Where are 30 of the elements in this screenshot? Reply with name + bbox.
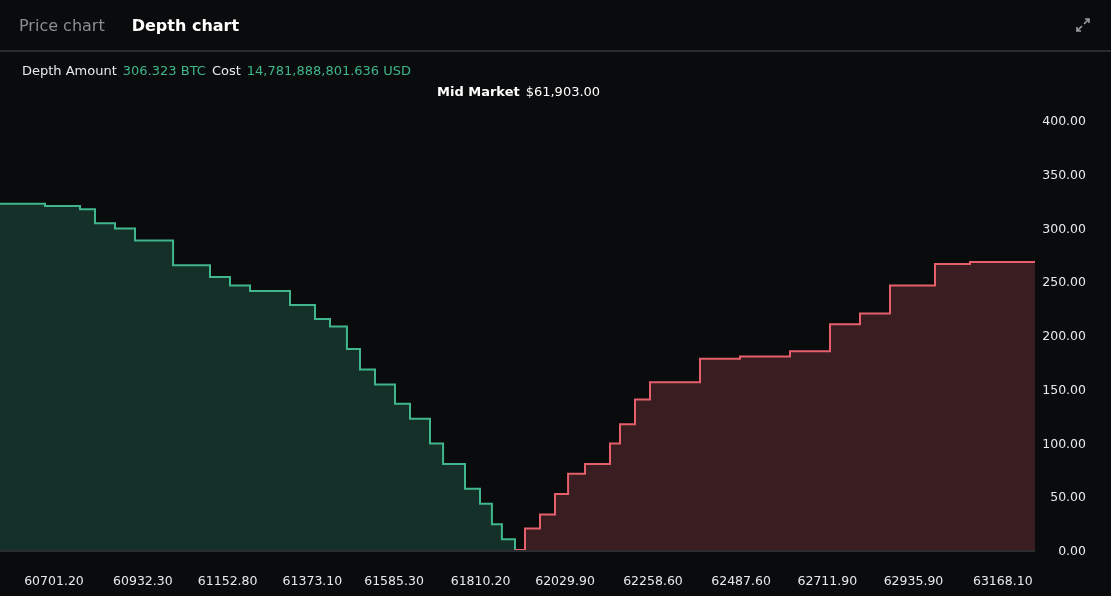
axis-tick-label: 61810.20 — [450, 573, 511, 588]
axis-tick-label: 0.00 — [1058, 543, 1086, 558]
axis-tick-label: 200.00 — [1042, 328, 1086, 343]
axis-tick-label: 300.00 — [1042, 220, 1086, 236]
axis-tick-label: 62935.90 — [883, 573, 944, 588]
axis-tick-label: 61373.10 — [282, 573, 343, 588]
axis-tick-label: 62711.90 — [797, 573, 858, 588]
axis-tick-label: 60701.20 — [24, 573, 84, 588]
depth-value: 306.323 BTC — [122, 63, 206, 80]
axis-tick-label: 400.00 — [1042, 113, 1086, 128]
axis-tick-label: 62258.60 — [623, 573, 683, 588]
axis-tick-label: 60932.30 — [113, 573, 173, 588]
mid-market-label: Mid Market — [437, 84, 520, 99]
depth-label: Depth Amount — [22, 63, 117, 80]
tab[interactable]: Price chart — [19, 15, 105, 35]
expand-icon[interactable] — [1074, 16, 1092, 34]
axis-tick-label: 62487.60 — [711, 573, 771, 588]
cost-label: Cost — [211, 63, 241, 80]
tab[interactable]: Depth chart — [131, 15, 240, 35]
axis-tick-label: 61585.30 — [364, 573, 424, 588]
axis-tick-label: 63168.10 — [973, 573, 1033, 588]
axis-tick-label: 350.00 — [1042, 166, 1086, 182]
axis-tick-label: 50.00 — [1050, 489, 1086, 505]
cost-value: 14,781,888,801.636 USD — [246, 63, 412, 80]
mid-market-price: $61,903.00 — [525, 84, 601, 99]
axis-tick-label: 62029.90 — [535, 573, 595, 588]
axis-tick-label: 250.00 — [1042, 274, 1086, 290]
axis-tick-label: 100.00 — [1042, 435, 1086, 451]
axis-tick-label: 150.00 — [1042, 381, 1086, 397]
axis-tick-label: 61152.80 — [197, 573, 258, 588]
